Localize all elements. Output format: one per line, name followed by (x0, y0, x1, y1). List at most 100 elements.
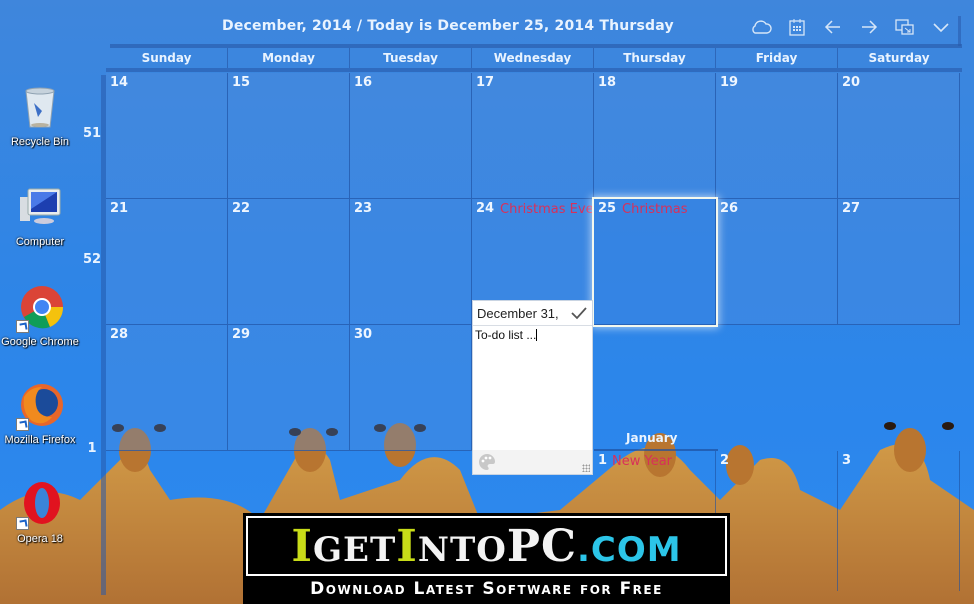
recycle-bin-icon (16, 85, 64, 133)
day-number: 19 (720, 75, 739, 90)
calendar-day[interactable]: 22 (228, 199, 350, 325)
weekday-saturday: Saturday (868, 51, 930, 65)
calendar-day[interactable]: 28 (106, 325, 228, 451)
calendar-day[interactable]: 19 (716, 73, 838, 199)
calendar-title: December, 2014 / Today is December 25, 2… (222, 18, 674, 34)
palette-icon (479, 453, 495, 470)
desktop-icon-label: Recycle Bin (10, 136, 70, 148)
text-cursor (536, 329, 538, 341)
day-number: 28 (110, 327, 129, 342)
day-number: 22 (232, 201, 251, 216)
desktop-icon-recycle-bin[interactable]: Recycle Bin (0, 85, 80, 149)
day-number: 24 (476, 201, 495, 216)
cloud-icon (752, 20, 772, 34)
calendar-day[interactable]: 17 (472, 73, 594, 199)
day-number: 2 (720, 453, 730, 468)
calendar-day[interactable]: 16 (350, 73, 472, 199)
chrome-icon (16, 285, 64, 333)
calendar-day-empty (716, 325, 838, 451)
todo-textarea[interactable]: To-do list ... (473, 326, 592, 450)
desktop-icon-chrome[interactable]: Google Chrome (0, 285, 80, 349)
day-number: 29 (232, 327, 251, 342)
day-number: 17 (476, 75, 495, 90)
logo-text-part: NTO (417, 529, 507, 570)
day-number: 26 (720, 201, 739, 216)
calendar-day[interactable]: 27 (838, 199, 960, 325)
holiday-label: Christmas (622, 202, 688, 217)
check-icon (571, 307, 587, 320)
todo-footer (473, 450, 592, 474)
holiday-label: New Year (612, 454, 673, 469)
desktop-icon-computer[interactable]: Computer (0, 185, 80, 249)
watermark-banner: IGETINTOPC.COM Download Latest Software … (243, 513, 730, 604)
day-number: 25 (598, 201, 617, 216)
day-number: 18 (598, 75, 617, 90)
window-icon (895, 19, 914, 35)
day-number: 27 (842, 201, 861, 216)
next-month-label: January (626, 431, 678, 445)
weekday-divider (106, 68, 962, 72)
logo-text-part: I (396, 520, 418, 572)
calendar-day[interactable]: 30 (350, 325, 472, 451)
calendar-day-next-month[interactable]: 3 (838, 451, 960, 591)
menu-dropdown-button[interactable] (930, 16, 952, 38)
shortcut-arrow-icon (16, 320, 29, 333)
calendar-day[interactable]: 26 (716, 199, 838, 325)
logo-text-part: PC (506, 520, 577, 572)
weekday-tuesday: Tuesday (350, 48, 472, 68)
chevron-down-icon (933, 23, 949, 33)
logo-text-part: I (291, 520, 313, 572)
weekday-wednesday: Wednesday (472, 48, 594, 68)
week-number: 52 (82, 252, 102, 267)
holiday-label: Christmas Eve (500, 202, 592, 217)
calendar-day-empty (838, 325, 960, 451)
shortcut-arrow-icon (16, 517, 29, 530)
desktop-icon-firefox[interactable]: Mozilla Firefox (0, 383, 80, 447)
calendar-day[interactable]: 15 (228, 73, 350, 199)
weekday-thursday: Thursday (594, 48, 716, 68)
weekday-monday: Monday (228, 48, 350, 68)
todo-header: December 31, (473, 301, 592, 326)
day-number: 30 (354, 327, 373, 342)
desktop-icon-label: Mozilla Firefox (4, 434, 76, 446)
cloud-sync-button[interactable] (750, 16, 772, 38)
previous-month-button[interactable] (822, 16, 844, 38)
calendar-day[interactable]: 14 (106, 73, 228, 199)
calendar-day-today[interactable]: 25 Christmas (594, 199, 716, 325)
calendar-day[interactable]: 29 (228, 325, 350, 451)
banner-logo: IGETINTOPC.COM (291, 521, 681, 572)
weekday-friday: Friday (716, 48, 838, 68)
day-number: 15 (232, 75, 251, 90)
resize-grip[interactable] (582, 464, 590, 472)
banner-logo-box: IGETINTOPC.COM (246, 516, 727, 576)
calendar-day-next-month[interactable]: 2 (716, 451, 838, 591)
weekday-header-row: Sunday Monday Tuesday Wednesday Thursday… (106, 48, 962, 68)
day-number: 14 (110, 75, 129, 90)
desktop-icon-opera[interactable]: Opera 18 (0, 482, 80, 546)
todo-placeholder: To-do list ... (475, 328, 537, 342)
calendar-day[interactable]: 21 (106, 199, 228, 325)
day-number: 1 (598, 453, 608, 468)
day-number: 16 (354, 75, 373, 90)
calendar-day[interactable]: 20 (838, 73, 960, 199)
computer-icon (16, 185, 64, 233)
calendar-week-row: 14 15 16 17 18 19 20 (106, 73, 962, 199)
day-number: 21 (110, 201, 129, 216)
todo-confirm-button[interactable] (570, 306, 588, 320)
arrow-left-icon (824, 20, 840, 34)
day-number: 3 (842, 453, 852, 468)
desktop-icon-label: Opera 18 (17, 533, 63, 545)
color-picker-button[interactable] (478, 453, 496, 471)
day-number: 20 (842, 75, 861, 90)
calendar-day[interactable]: 18 (594, 73, 716, 199)
calendar-toolbar (750, 16, 952, 38)
calendar-view-button[interactable] (786, 16, 808, 38)
weekday-sunday: Sunday (106, 48, 228, 68)
window-mode-button[interactable] (894, 16, 916, 38)
calendar-day[interactable]: 23 (350, 199, 472, 325)
logo-text-part: .COM (576, 529, 682, 570)
week-number: 1 (87, 441, 97, 456)
next-month-button[interactable] (858, 16, 880, 38)
arrow-right-icon (862, 20, 878, 34)
todo-popup: December 31, To-do list ... (472, 300, 593, 475)
